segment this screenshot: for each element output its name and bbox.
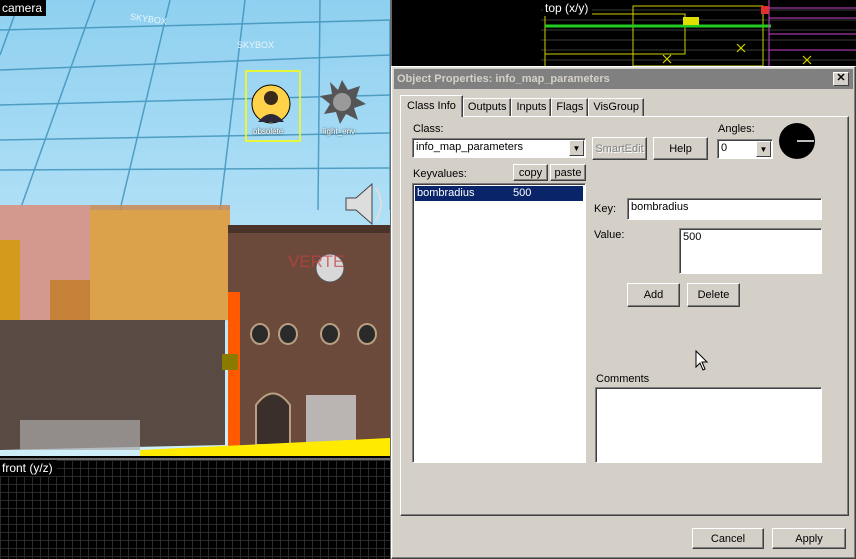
- paste-button[interactable]: paste: [550, 164, 586, 181]
- top-viewport[interactable]: top (x/y): [541, 0, 856, 70]
- entity-label-light-env: light_env: [323, 127, 356, 136]
- class-label: Class:: [413, 123, 444, 135]
- help-button[interactable]: Help: [653, 137, 708, 160]
- angles-label: Angles:: [718, 123, 755, 135]
- angles-select-value: 0: [721, 142, 728, 154]
- keyvalue-value: 500: [513, 187, 532, 199]
- entity-label-obsolete: obsolete: [253, 127, 284, 136]
- front-viewport[interactable]: front (y/z): [0, 458, 390, 559]
- tab-flags[interactable]: Flags: [551, 98, 589, 117]
- dialog-titlebar[interactable]: Object Properties: info_map_parameters ✕: [394, 69, 853, 89]
- class-select[interactable]: info_map_parameters ▼: [412, 138, 586, 158]
- close-icon[interactable]: ✕: [833, 72, 849, 86]
- dialog-title: Object Properties: info_map_parameters: [397, 73, 610, 85]
- tab-class-info[interactable]: Class Info: [400, 95, 463, 117]
- cancel-button[interactable]: Cancel: [692, 528, 764, 549]
- add-button[interactable]: Add: [627, 283, 680, 307]
- tab-visgroup[interactable]: VisGroup: [588, 98, 644, 117]
- front-viewport-label: front (y/z): [0, 460, 57, 476]
- tab-outputs[interactable]: Outputs: [462, 98, 512, 117]
- key-label: Key:: [594, 203, 617, 215]
- value-input[interactable]: 500: [679, 228, 822, 274]
- comments-label: Comments: [596, 373, 650, 385]
- keyvalues-list[interactable]: bombradius 500: [412, 183, 586, 463]
- camera-viewport[interactable]: camera obsolete light_env SKYBOX SKYBOX …: [0, 0, 390, 456]
- key-input-value: bombradius: [631, 201, 689, 213]
- smartedit-button: SmartEdit: [592, 137, 647, 160]
- keyvalues-label: Keyvalues:: [413, 168, 467, 180]
- chevron-down-icon[interactable]: ▼: [569, 140, 584, 156]
- value-input-value: 500: [683, 231, 702, 243]
- comments-textarea[interactable]: [595, 387, 822, 463]
- key-input[interactable]: bombradius: [627, 198, 822, 220]
- tab-strip: Class Info Outputs Inputs Flags VisGroup: [400, 95, 644, 117]
- angle-compass-icon[interactable]: [778, 122, 816, 160]
- wall-graffiti-text: VERTE: [288, 252, 345, 271]
- mouse-cursor-icon: [695, 350, 709, 371]
- keyvalue-row[interactable]: bombradius 500: [415, 186, 583, 201]
- apply-button[interactable]: Apply: [772, 528, 846, 549]
- chevron-down-icon[interactable]: ▼: [756, 141, 771, 157]
- camera-viewport-label: camera: [0, 0, 47, 16]
- camera-scene: [0, 0, 390, 456]
- angles-select[interactable]: 0 ▼: [717, 139, 773, 159]
- skybox-texture-text-2: SKYBOX: [237, 40, 275, 50]
- top-viewport-label: top (x/y): [543, 0, 593, 16]
- class-select-value: info_map_parameters: [416, 141, 524, 153]
- keyvalue-key: bombradius: [417, 187, 475, 199]
- delete-button[interactable]: Delete: [687, 283, 740, 307]
- copy-button[interactable]: copy: [513, 164, 548, 181]
- value-label: Value:: [594, 229, 625, 241]
- tab-inputs[interactable]: Inputs: [511, 98, 552, 117]
